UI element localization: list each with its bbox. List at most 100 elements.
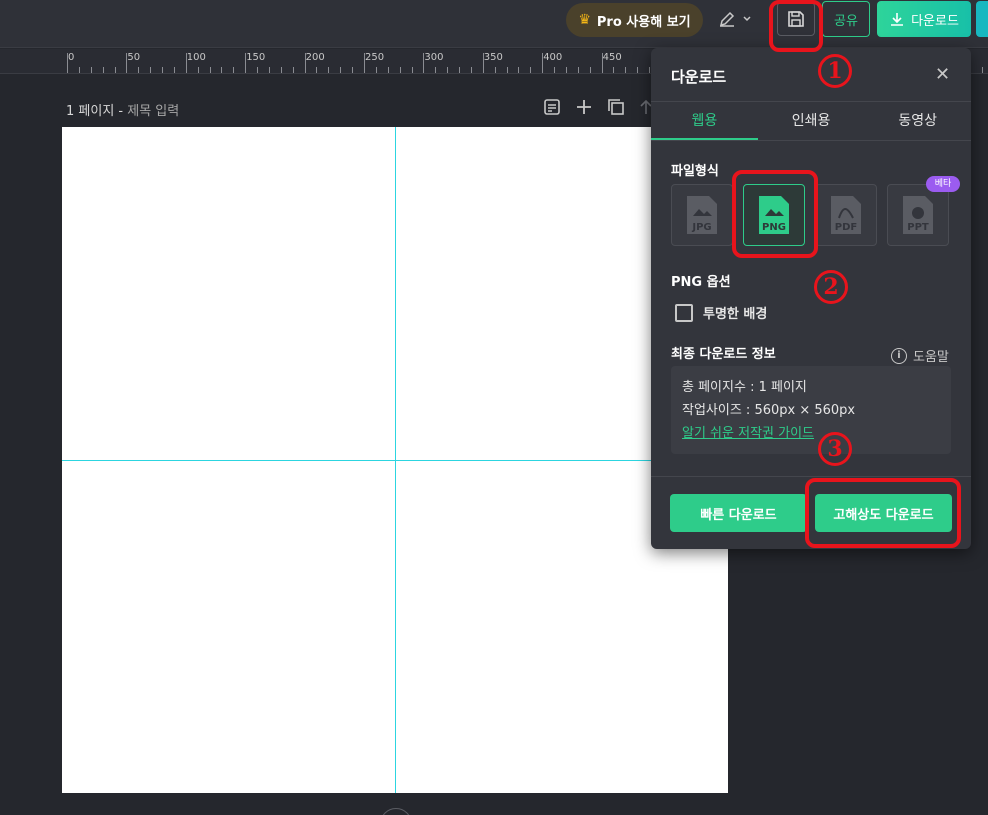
- ruler-tick-minor: [173, 67, 175, 73]
- file-format-label: 파일형식: [671, 164, 719, 179]
- download-icon: [891, 13, 904, 26]
- ruler-tick-minor: [589, 67, 591, 73]
- ruler-tick-minor: [494, 67, 496, 73]
- pen-icon: [719, 11, 735, 27]
- ruler-tick-minor: [625, 67, 627, 73]
- panel-title: 다운로드: [671, 68, 727, 86]
- add-page-icon[interactable]: [575, 98, 593, 116]
- ruler-label: 100: [186, 52, 206, 63]
- ruler-tick-minor: [459, 67, 461, 73]
- format-ppt[interactable]: PPT: [887, 184, 949, 246]
- ruler-label: 50: [127, 52, 141, 63]
- help-label: 도움말: [913, 350, 949, 365]
- ruler-tick-minor: [565, 67, 567, 73]
- pro-trial-label: Pro 사용해 보기: [596, 14, 691, 30]
- download-tabs: 웹용 인쇄용 동영상: [651, 101, 971, 141]
- ruler-tick-minor: [185, 67, 187, 73]
- ruler-tick-minor: [304, 67, 306, 73]
- ruler-tick-minor: [340, 67, 342, 73]
- ruler-tick-minor: [233, 67, 235, 73]
- tab-print[interactable]: 인쇄용: [758, 102, 865, 140]
- crown-icon: ♛: [578, 12, 591, 28]
- annotation-step-3: 3: [818, 432, 852, 466]
- page-title[interactable]: 1 페이지 - 제목 입력: [66, 100, 179, 119]
- ruler-tick-minor: [423, 67, 425, 73]
- horizontal-guide-line: [62, 460, 728, 461]
- memo-icon[interactable]: [543, 98, 561, 116]
- download-label: 다운로드: [911, 13, 959, 29]
- panel-divider: [651, 476, 971, 477]
- ruler-tick-minor: [613, 67, 615, 73]
- png-options-label: PNG 옵션: [671, 275, 731, 290]
- ruler-tick-minor: [470, 67, 472, 73]
- ruler-tick-minor: [67, 67, 68, 73]
- chevron-down-icon: [743, 16, 751, 22]
- duplicate-page-icon[interactable]: [607, 98, 625, 116]
- ppt-file-icon: PPT: [903, 196, 933, 234]
- ruler-label: 350: [483, 52, 503, 63]
- annotation-box-png: [732, 170, 818, 258]
- design-canvas[interactable]: [62, 127, 728, 793]
- transparent-bg-checkbox[interactable]: [675, 303, 693, 322]
- jpg-label: JPG: [691, 222, 711, 233]
- ruler-tick-minor: [649, 67, 651, 73]
- ruler-tick-minor: [518, 67, 520, 73]
- ruler-tick-minor: [506, 67, 508, 73]
- ruler-tick-minor: [221, 67, 223, 73]
- ruler-tick-minor: [316, 67, 318, 73]
- ruler-tick-minor: [601, 67, 603, 73]
- scroll-handle[interactable]: [380, 808, 412, 815]
- info-size: 작업사이즈 : 560px × 560px: [682, 403, 856, 418]
- jpg-file-icon: JPG: [687, 196, 717, 234]
- info-pages: 총 페이지수 : 1 페이지: [682, 380, 807, 395]
- help-link[interactable]: i 도움말: [891, 346, 949, 365]
- format-pdf[interactable]: PDF: [815, 184, 877, 246]
- transparent-bg-label: 투명한 배경: [703, 307, 768, 322]
- ruler-tick-minor: [375, 67, 377, 73]
- download-button[interactable]: 다운로드: [877, 1, 971, 37]
- ruler-tick-minor: [577, 67, 579, 73]
- ruler-tick-minor: [352, 67, 354, 73]
- ruler-tick-minor: [245, 67, 247, 73]
- ruler-label: 150: [246, 52, 266, 63]
- extra-button[interactable]: [976, 1, 988, 37]
- pdf-file-icon: PDF: [831, 196, 861, 234]
- annotation-box-hires: [805, 478, 961, 548]
- ruler-tick-minor: [542, 67, 544, 73]
- ruler-label: 400: [543, 52, 563, 63]
- download-panel: 다운로드 ✕ 웹용 인쇄용 동영상 파일형식 JPG PNG PDF PPT 베…: [651, 48, 971, 549]
- format-jpg[interactable]: JPG: [671, 184, 733, 246]
- ruler-tick-minor: [637, 67, 639, 73]
- ruler-tick-minor: [399, 67, 401, 73]
- ruler-tick-minor: [364, 67, 365, 73]
- ruler-tick-minor: [411, 67, 413, 73]
- pdf-label: PDF: [835, 222, 857, 233]
- ruler-tick-minor: [292, 67, 294, 73]
- ruler-tick-minor: [482, 67, 484, 73]
- pen-tool-dropdown[interactable]: [718, 8, 760, 30]
- ruler-label: 450: [602, 52, 622, 63]
- ruler-label: 200: [305, 52, 325, 63]
- close-icon[interactable]: ✕: [935, 64, 950, 85]
- quick-download-button[interactable]: 빠른 다운로드: [670, 494, 807, 532]
- copyright-guide-link[interactable]: 알기 쉬운 저작권 가이드: [682, 422, 940, 445]
- tab-web[interactable]: 웹용: [651, 102, 758, 140]
- page-title-placeholder[interactable]: 제목 입력: [127, 104, 179, 119]
- page-tools: [543, 98, 653, 116]
- ruler-tick-minor: [162, 67, 164, 73]
- ruler-tick-minor: [530, 67, 532, 73]
- ruler-tick-minor: [102, 67, 104, 73]
- pro-trial-button[interactable]: ♛ Pro 사용해 보기: [566, 3, 703, 37]
- annotation-step-2: 2: [814, 270, 848, 304]
- ruler-tick-minor: [435, 67, 437, 73]
- ppt-label: PPT: [907, 222, 929, 233]
- ruler-tick-minor: [387, 67, 389, 73]
- ruler-tick-minor: [209, 67, 211, 73]
- share-button[interactable]: 공유: [822, 1, 870, 37]
- page-number-label: 1 페이지 -: [66, 104, 124, 119]
- tab-video[interactable]: 동영상: [864, 102, 971, 140]
- transparent-bg-option[interactable]: 투명한 배경: [675, 303, 767, 322]
- top-bar: ♛ Pro 사용해 보기 공유 다운로드: [0, 0, 988, 48]
- ruler-label: 300: [424, 52, 444, 63]
- ruler-tick-minor: [447, 67, 449, 73]
